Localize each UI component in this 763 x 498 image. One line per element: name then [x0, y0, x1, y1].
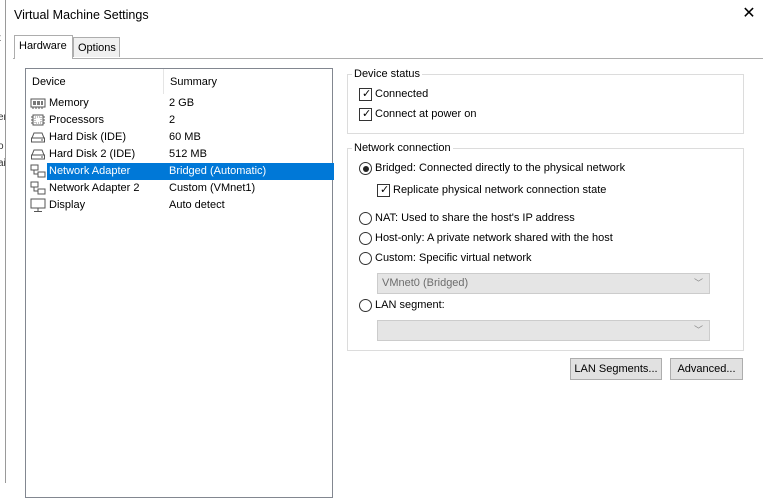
replicate-state-label[interactable]: Replicate physical network connection st…: [393, 184, 606, 196]
device-row-processors[interactable]: Processors 2: [26, 112, 332, 129]
device-name: Hard Disk 2 (IDE): [49, 148, 136, 160]
replicate-state-checkbox[interactable]: ✓: [377, 184, 390, 197]
custom-network-select[interactable]: VMnet0 (Bridged) ﹀: [377, 273, 710, 294]
hard-disk-icon: [30, 130, 46, 145]
background-text: t: [0, 33, 1, 44]
device-row-network-adapter[interactable]: Network Adapter Bridged (Automatic): [26, 163, 334, 180]
device-name: Network Adapter 2: [49, 182, 140, 194]
tab-options[interactable]: Options: [73, 37, 120, 57]
lan-segments-button[interactable]: LAN Segments...: [570, 358, 662, 380]
device-name: Display: [49, 199, 86, 211]
device-name: Hard Disk (IDE): [49, 131, 127, 143]
device-row-hard-disk-2[interactable]: Hard Disk 2 (IDE) 512 MB: [26, 146, 332, 163]
connect-at-power-on-checkbox[interactable]: ✓: [359, 108, 372, 121]
bridged-label[interactable]: Bridged: Connected directly to the physi…: [375, 162, 625, 174]
nat-label[interactable]: NAT: Used to share the host's IP address: [375, 212, 575, 224]
custom-network-value: VMnet0 (Bridged): [382, 277, 469, 289]
device-row-display[interactable]: Display Auto detect: [26, 197, 332, 214]
host-only-label[interactable]: Host-only: A private network shared with…: [375, 232, 613, 244]
device-summary: Auto detect: [169, 199, 225, 211]
window-title: Virtual Machine Settings: [14, 8, 149, 22]
close-button[interactable]: ✕: [739, 4, 759, 24]
device-summary: 512 MB: [169, 148, 207, 160]
device-name: Processors: [49, 114, 105, 126]
checkmark-icon: ✓: [380, 184, 390, 196]
device-row-network-adapter-2[interactable]: Network Adapter 2 Custom (VMnet1): [26, 180, 332, 197]
nat-radio[interactable]: [359, 212, 372, 225]
device-status-group: [347, 74, 744, 134]
lan-segment-label[interactable]: LAN segment:: [375, 299, 445, 311]
advanced-button[interactable]: Advanced...: [670, 358, 743, 380]
memory-icon: [30, 96, 46, 111]
device-summary: Bridged (Automatic): [167, 163, 334, 180]
device-summary: 2: [169, 114, 176, 126]
device-name: Memory: [49, 97, 89, 109]
tab-hardware[interactable]: Hardware: [14, 35, 73, 59]
column-separator[interactable]: [163, 69, 164, 94]
network-adapter-icon: [30, 181, 46, 196]
device-summary: 2 GB: [169, 97, 195, 109]
lan-segment-select[interactable]: ﹀: [377, 320, 710, 341]
processor-icon: [30, 113, 46, 128]
settings-dialog: Virtual Machine Settings ✕ Hardware Opti…: [5, 0, 763, 498]
lan-segment-radio[interactable]: [359, 299, 372, 312]
device-summary: Custom (VMnet1): [169, 182, 256, 194]
column-header-device[interactable]: Device: [32, 76, 66, 88]
network-connection-label: Network connection: [352, 142, 453, 154]
device-summary: 60 MB: [169, 131, 201, 143]
chevron-down-icon: ﹀: [693, 325, 703, 335]
network-adapter-icon: [30, 164, 46, 179]
device-row-memory[interactable]: Memory 2 GB: [26, 95, 332, 112]
device-name: Network Adapter: [47, 163, 167, 180]
custom-radio[interactable]: [359, 252, 372, 265]
close-icon: ✕: [742, 5, 756, 22]
background-text: o: [0, 141, 4, 152]
device-row-hard-disk[interactable]: Hard Disk (IDE) 60 MB: [26, 129, 332, 146]
device-status-label: Device status: [352, 68, 423, 80]
connect-at-power-on-label[interactable]: Connect at power on: [375, 108, 477, 120]
tab-divider: [13, 58, 763, 59]
radio-dot: [362, 165, 369, 172]
device-list[interactable]: Device Summary Memory 2 GB Processors 2 …: [25, 68, 334, 498]
display-icon: [30, 198, 46, 213]
connected-checkbox[interactable]: ✓: [359, 88, 372, 101]
bridged-radio[interactable]: [359, 162, 372, 175]
column-header-summary[interactable]: Summary: [170, 76, 217, 88]
custom-label[interactable]: Custom: Specific virtual network: [375, 252, 532, 264]
checkmark-icon: ✓: [362, 108, 372, 120]
host-only-radio[interactable]: [359, 232, 372, 245]
chevron-down-icon: ﹀: [693, 278, 703, 288]
connected-label[interactable]: Connected: [375, 88, 428, 100]
hard-disk-icon: [30, 147, 46, 162]
checkmark-icon: ✓: [362, 88, 372, 100]
